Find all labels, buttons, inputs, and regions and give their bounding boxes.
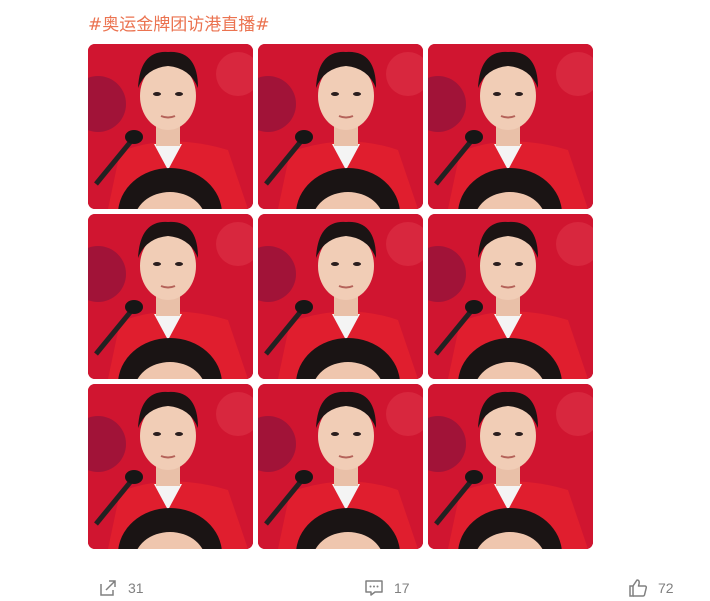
photo-2[interactable] [258, 44, 423, 209]
comment-count: 17 [394, 580, 410, 596]
share-icon [100, 580, 116, 596]
comment-icon [365, 580, 383, 596]
thumbs-up-icon [629, 579, 648, 597]
like-button[interactable]: 72 [628, 578, 674, 598]
like-count: 72 [658, 580, 674, 596]
photo-7[interactable] [88, 384, 253, 549]
repost-count: 31 [128, 580, 144, 596]
photo-9[interactable] [428, 384, 593, 549]
comment-button[interactable]: 17 [364, 578, 410, 598]
repost-button[interactable]: 31 [98, 578, 144, 598]
action-bar: 31 17 72 [0, 570, 710, 600]
photo-3[interactable] [428, 44, 593, 209]
photo-4[interactable] [88, 214, 253, 379]
topic-hashtag-link[interactable]: #奥运金牌团访港直播# [88, 10, 270, 35]
photo-8[interactable] [258, 384, 423, 549]
weibo-post: #奥运金牌团访港直播# 31 17 72 [0, 0, 710, 601]
photo-1[interactable] [88, 44, 253, 209]
photo-grid [88, 44, 594, 550]
photo-5[interactable] [258, 214, 423, 379]
photo-6[interactable] [428, 214, 593, 379]
